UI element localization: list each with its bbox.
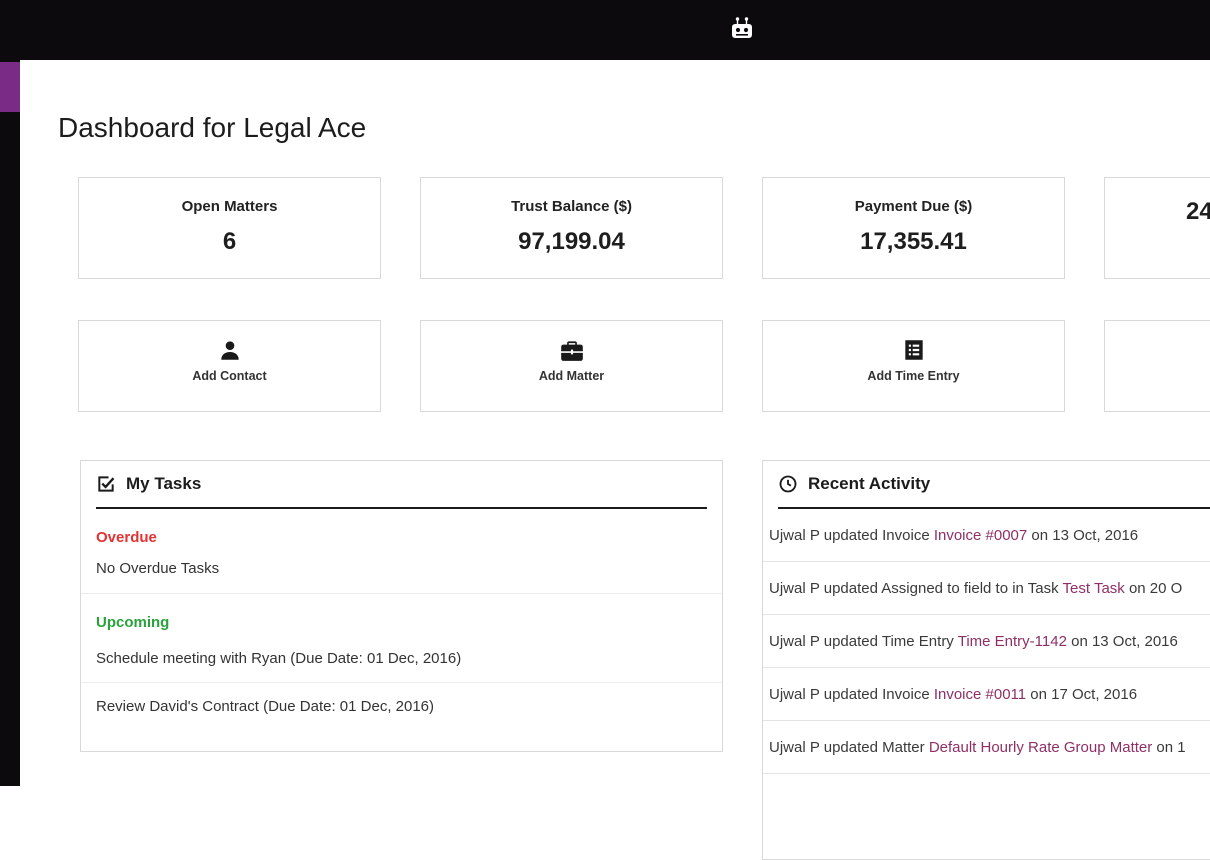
action-card-partial[interactable]	[1104, 320, 1210, 412]
stat-label: Payment Due ($)	[763, 198, 1064, 215]
stat-card-open-matters: Open Matters 6	[78, 177, 381, 279]
activity-link[interactable]: Test Task	[1063, 580, 1125, 597]
task-item[interactable]: Review David's Contract (Due Date: 01 De…	[81, 683, 722, 730]
recent-activity-header: Recent Activity	[778, 461, 1210, 509]
activity-link[interactable]: Time Entry-1142	[958, 633, 1067, 650]
activity-link[interactable]: Invoice #0011	[934, 686, 1026, 703]
activity-link[interactable]: Default Hourly Rate Group Matter	[929, 739, 1152, 756]
stat-value: 6	[79, 228, 380, 256]
activity-text: on 17 Oct, 2016	[1026, 686, 1137, 703]
activity-link[interactable]: Invoice #0007	[934, 527, 1027, 544]
tasks-check-icon	[96, 474, 116, 494]
activity-text: Ujwal P updated Time Entry	[769, 633, 958, 650]
person-icon	[79, 337, 380, 367]
left-sidebar	[0, 60, 20, 786]
sidebar-accent-bar	[0, 62, 20, 112]
stat-value: 97,199.04	[421, 228, 722, 256]
robot-logo-icon[interactable]	[727, 16, 757, 48]
activity-text: Ujwal P updated Assigned to field to in …	[769, 580, 1063, 597]
activity-item: Ujwal P updated Matter Default Hourly Ra…	[763, 721, 1210, 774]
activity-text: Ujwal P updated Invoice	[769, 686, 934, 703]
action-icon-hidden	[1105, 337, 1210, 367]
activity-text: Ujwal P updated Invoice	[769, 527, 934, 544]
my-tasks-title: My Tasks	[126, 474, 201, 494]
stat-card-partial: 24	[1104, 177, 1210, 279]
activity-item: Ujwal P updated Invoice Invoice #0011 on…	[763, 668, 1210, 721]
activity-item: Ujwal P updated Time Entry Time Entry-11…	[763, 615, 1210, 668]
my-tasks-header: My Tasks	[96, 461, 707, 509]
task-item[interactable]: Schedule meeting with Ryan (Due Date: 01…	[81, 635, 722, 683]
activity-item: Ujwal P updated Invoice Invoice #0007 on…	[763, 509, 1210, 562]
action-label: Add Contact	[79, 369, 380, 383]
no-overdue-tasks-text: No Overdue Tasks	[81, 550, 722, 594]
add-time-entry-button[interactable]: Add Time Entry	[762, 320, 1065, 412]
stat-card-trust-balance: Trust Balance ($) 97,199.04	[420, 177, 723, 279]
activity-text: Ujwal P updated Matter	[769, 739, 929, 756]
add-contact-button[interactable]: Add Contact	[78, 320, 381, 412]
activity-text: on 1	[1152, 739, 1185, 756]
stat-label: Trust Balance ($)	[421, 198, 722, 215]
briefcase-icon	[421, 337, 722, 367]
add-matter-button[interactable]: Add Matter	[420, 320, 723, 412]
upcoming-section-label: Upcoming	[81, 594, 722, 635]
my-tasks-panel: My Tasks Overdue No Overdue Tasks Upcomi…	[80, 460, 723, 752]
activity-text: on 13 Oct, 2016	[1067, 633, 1178, 650]
stat-label: Open Matters	[79, 198, 380, 215]
action-label: Add Time Entry	[763, 369, 1064, 383]
top-navigation-bar	[0, 0, 1210, 60]
activity-text: on 20 O	[1125, 580, 1183, 597]
stat-value: 17,355.41	[763, 228, 1064, 256]
time-entry-icon	[763, 337, 1064, 367]
stat-value: 24	[1105, 198, 1210, 226]
recent-activity-title: Recent Activity	[808, 474, 930, 494]
stat-card-payment-due: Payment Due ($) 17,355.41	[762, 177, 1065, 279]
page-title: Dashboard for Legal Ace	[58, 112, 366, 144]
clock-icon	[778, 474, 798, 494]
activity-item: Ujwal P updated Assigned to field to in …	[763, 562, 1210, 615]
action-label: Add Matter	[421, 369, 722, 383]
recent-activity-panel: Recent Activity Ujwal P updated Invoice …	[762, 460, 1210, 860]
overdue-section-label: Overdue	[81, 509, 722, 550]
activity-text: on 13 Oct, 2016	[1027, 527, 1138, 544]
